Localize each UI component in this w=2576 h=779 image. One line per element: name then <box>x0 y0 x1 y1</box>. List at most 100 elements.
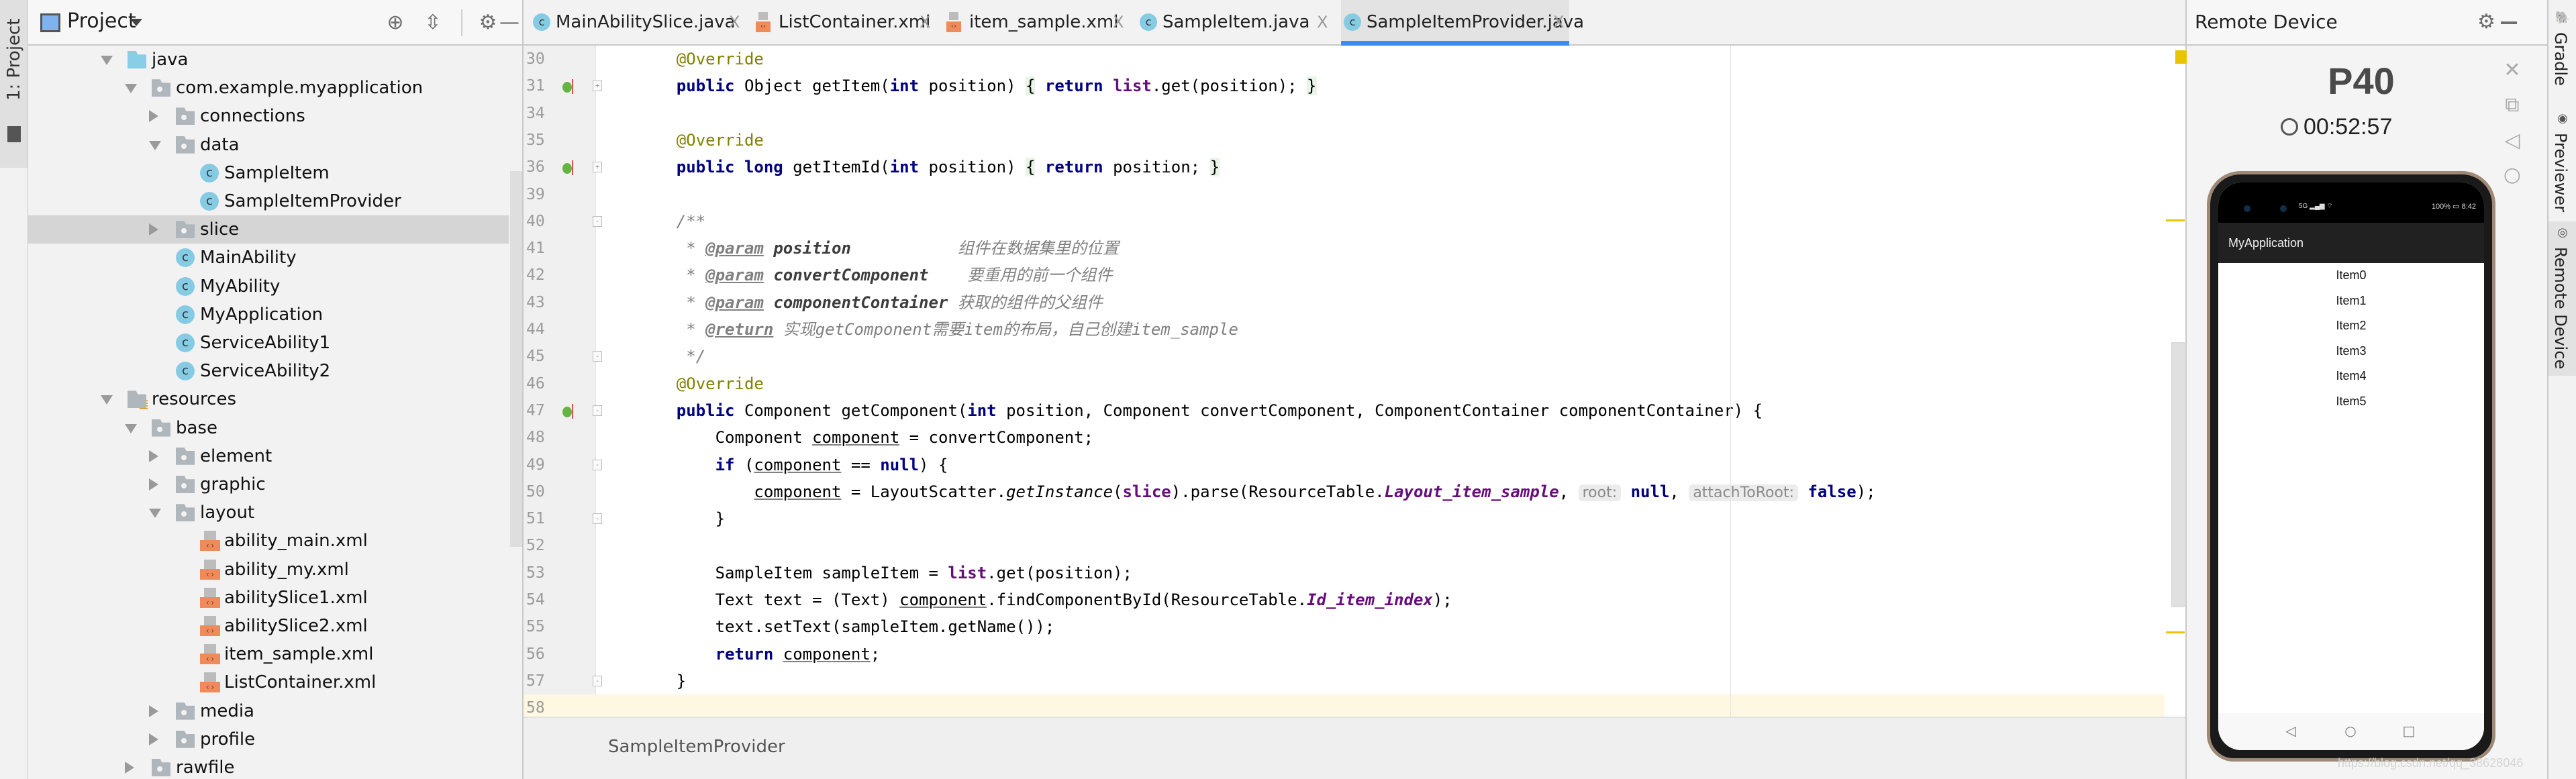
close-tab-icon[interactable]: X <box>1317 0 1328 44</box>
fold-toggle-icon[interactable]: - <box>593 513 602 525</box>
tree-item[interactable]: base <box>28 414 509 442</box>
tree-item[interactable]: c SampleItemProvider <box>28 187 509 215</box>
code-line[interactable]: 31 + public Object getItem(int position) … <box>524 72 2165 99</box>
tree-item[interactable]: graphic <box>28 470 509 499</box>
expand-arrow-right-icon[interactable] <box>149 733 158 745</box>
list-item[interactable]: Item2 <box>2218 313 2484 339</box>
tree-item[interactable]: c ServiceAbility1 <box>28 329 509 357</box>
expand-arrow-right-icon[interactable] <box>149 705 158 717</box>
nav-home-icon[interactable]: ○ <box>2343 723 2358 738</box>
tree-item[interactable]: layout <box>28 499 509 527</box>
project-view-selector[interactable]: Project <box>67 9 136 33</box>
expand-arrow-right-icon[interactable] <box>149 223 158 236</box>
back-icon[interactable]: ◁ <box>2502 131 2522 151</box>
close-tab-icon[interactable]: X <box>729 0 740 44</box>
tree-item[interactable]: c MyApplication <box>28 301 509 329</box>
project-tool-tab[interactable]: 1: Project <box>0 0 28 168</box>
close-tab-icon[interactable]: X <box>1113 0 1124 44</box>
tab-item-sample-xml[interactable]: ‹› item_sample.xml X <box>944 0 1129 44</box>
code-line[interactable]: 49 - if (component == null) { <box>524 452 2165 478</box>
tree-item[interactable]: c MyAbility <box>28 272 509 301</box>
code-line[interactable]: 41 * @param position 组件在数据集里的位置 <box>524 235 2165 262</box>
tool-tab-remote-device[interactable]: ◎ Remote Device <box>2548 221 2576 376</box>
chevron-down-icon[interactable] <box>130 19 142 26</box>
code-line[interactable]: 57 - } <box>524 668 2165 694</box>
list-item[interactable]: Item4 <box>2218 364 2484 389</box>
list-item[interactable]: Item5 <box>2218 389 2484 415</box>
tree-item[interactable]: c SampleItem <box>28 159 509 187</box>
code-line[interactable]: 42 * @param convertComponent 要重用的前一个组件 <box>524 262 2165 289</box>
expand-arrow-right-icon[interactable] <box>149 110 158 123</box>
tree-item[interactable]: data <box>28 131 509 159</box>
code-line[interactable]: 39 <box>524 181 2165 208</box>
project-scrollbar[interactable] <box>510 171 522 547</box>
code-line[interactable]: 44 * @return 实现getComponent需要item的布局，自己创… <box>524 316 2165 343</box>
tab-mainabilityslice-java[interactable]: c MainAbilitySlice.java X <box>530 0 745 44</box>
tab-sampleitemprovider-java[interactable]: c SampleItemProvider.java X <box>1341 0 1584 46</box>
tree-item[interactable]: resources <box>28 385 509 413</box>
code-area[interactable]: 30 @Override 31 + public Object getItem(in… <box>524 46 2185 722</box>
expand-arrow-down-icon[interactable] <box>101 395 113 405</box>
expand-arrow-right-icon[interactable] <box>125 762 134 774</box>
tree-item[interactable]: ‹› ability_my.xml <box>28 556 509 584</box>
code-line[interactable]: 55 text.setText(sampleItem.getName()); <box>524 613 2165 640</box>
tree-item[interactable]: c ServiceAbility2 <box>28 357 509 385</box>
tree-item[interactable]: ‹› ListContainer.xml <box>28 668 509 696</box>
tree-item[interactable]: com.example.myapplication <box>28 74 509 102</box>
fold-toggle-icon[interactable]: + <box>593 162 602 173</box>
code-line[interactable]: 56 return component; <box>524 641 2165 668</box>
fold-toggle-icon[interactable]: - <box>593 459 602 470</box>
code-line[interactable]: 52 <box>524 532 2165 559</box>
code-line[interactable]: 46 @Override <box>524 370 2165 397</box>
expand-arrow-down-icon[interactable] <box>125 423 137 433</box>
tree-item[interactable]: profile <box>28 725 509 754</box>
minimize-icon[interactable]: — <box>498 11 521 34</box>
code-line[interactable]: 45 - */ <box>524 343 2165 370</box>
fold-toggle-icon[interactable]: - <box>593 405 602 416</box>
tree-item[interactable]: rawfile <box>28 754 509 779</box>
close-tab-icon[interactable]: X <box>1553 0 1564 44</box>
expand-arrow-right-icon[interactable] <box>149 478 158 490</box>
tree-item[interactable]: element <box>28 442 509 470</box>
code-line[interactable]: 36 + public long getItemId(int position) … <box>524 154 2165 180</box>
fold-toggle-icon[interactable]: + <box>593 81 602 92</box>
list-item[interactable]: Item3 <box>2218 339 2484 364</box>
gear-icon[interactable]: ⚙ <box>2477 10 2495 34</box>
warning-marker[interactable] <box>2166 631 2185 633</box>
nav-back-icon[interactable]: ◁ <box>2283 723 2298 738</box>
breadcrumb[interactable]: SampleItemProvider <box>608 737 785 757</box>
tree-item[interactable]: slice <box>28 215 509 244</box>
code-line[interactable]: 51 - } <box>524 505 2165 532</box>
code-line[interactable]: 34 <box>524 100 2165 127</box>
tree-item[interactable]: ‹› ability_main.xml <box>28 527 509 555</box>
minimize-icon[interactable] <box>2501 21 2517 24</box>
fold-toggle-icon[interactable]: - <box>593 351 602 362</box>
code-line[interactable]: 30 @Override <box>524 46 2165 72</box>
tree-item[interactable]: ‹› item_sample.xml <box>28 640 509 668</box>
implements-method-icon[interactable] <box>562 160 573 176</box>
code-line[interactable]: 53 SampleItem sampleItem = list.get(posi… <box>524 560 2165 586</box>
fold-toggle-icon[interactable]: - <box>593 675 602 686</box>
expand-arrow-down-icon[interactable] <box>101 56 113 65</box>
code-line[interactable]: 54 Text text = (Text) component.findComp… <box>524 586 2165 613</box>
tab-sampleitem-java[interactable]: c SampleItem.java X <box>1137 0 1333 44</box>
fold-toggle-icon[interactable]: - <box>593 215 602 227</box>
tree-item[interactable]: ‹› abilitySlice2.xml <box>28 612 509 640</box>
phone-screen[interactable]: 5G ▂▄▆ ⌔ 100% ▭ 8:42 MyApplication Item0… <box>2218 183 2484 750</box>
expand-arrow-down-icon[interactable] <box>125 84 137 94</box>
expand-arrow-down-icon[interactable] <box>149 509 161 519</box>
tool-tab-previewer[interactable]: ◉ Previewer <box>2548 107 2576 215</box>
code-line[interactable]: 48 Component component = convertComponen… <box>524 424 2165 451</box>
tree-item[interactable]: c MainAbility <box>28 244 509 272</box>
editor-scrollbar[interactable] <box>2171 342 2185 607</box>
list-item[interactable]: Item1 <box>2218 289 2484 314</box>
code-line[interactable]: 40 - /** <box>524 208 2165 235</box>
tree-item[interactable]: connections <box>28 102 509 130</box>
tool-tab-gradle[interactable]: 🐘 Gradle <box>2548 7 2576 101</box>
nav-recents-icon[interactable]: □ <box>2401 723 2416 738</box>
tree-item[interactable]: ‹› abilitySlice1.xml <box>28 584 509 612</box>
list-item[interactable]: Item0 <box>2218 263 2484 289</box>
tree-item[interactable]: media <box>28 697 509 725</box>
code-line[interactable]: 35 @Override <box>524 127 2165 154</box>
implements-method-icon[interactable] <box>562 79 573 95</box>
